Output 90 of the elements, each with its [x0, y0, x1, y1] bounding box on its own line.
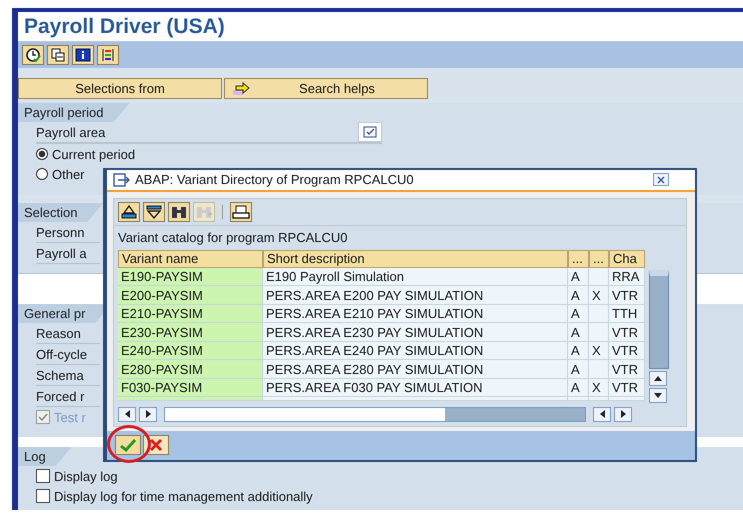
cross-icon: [148, 438, 164, 452]
arrow-icon: [233, 82, 251, 96]
table-cell: E230-PAYSIM: [118, 323, 263, 342]
dialog-title: ABAP: Variant Directory of Program RPCALCU0: [135, 172, 414, 188]
checkbox-label: Display log: [54, 468, 118, 484]
field-label: Forced r: [36, 388, 84, 404]
up-arrow-icon: [654, 376, 662, 381]
table-cell: F030-PAYSIM: [118, 378, 263, 398]
radio-button[interactable]: [36, 148, 48, 160]
table-cell: A: [568, 304, 589, 324]
table-cell: E200-PAYSIM: [118, 286, 263, 305]
info-icon[interactable]: [72, 45, 94, 66]
table-cell: PERS.AREA E280 PAY SIMULATION: [263, 360, 568, 379]
checkmark-icon: [119, 438, 137, 452]
left-arrow-icon: [124, 410, 130, 418]
column-header[interactable]: Short description: [263, 250, 568, 268]
table-cell: A: [568, 360, 589, 379]
scroll-right-button[interactable]: [614, 406, 632, 422]
scroll-right-button[interactable]: [139, 406, 157, 422]
table-cell: VTR: [609, 323, 645, 342]
table-cell: E210-PAYSIM: [118, 304, 263, 324]
search-helps-button[interactable]: Search helps: [224, 78, 428, 99]
filter-icon[interactable]: [143, 202, 165, 222]
horizontal-scrollbar[interactable]: [164, 406, 586, 422]
selections-from-button[interactable]: Selections from: [18, 78, 222, 99]
table-cell: X: [589, 378, 609, 398]
field-label: Reason: [36, 326, 81, 340]
radio-label: Current period: [52, 146, 136, 162]
table-cell: E240-PAYSIM: [118, 342, 263, 360]
group-title: Log: [18, 447, 72, 466]
table-cell: VTR: [609, 342, 645, 360]
table-cell: A: [568, 286, 589, 305]
copy-icon[interactable]: [47, 45, 69, 66]
field-label: Off-cycle: [36, 346, 88, 362]
table-cell: PERS.AREA E200 PAY SIMULATION: [263, 286, 568, 305]
scroll-left-button[interactable]: [593, 406, 611, 422]
sort-icon[interactable]: [118, 202, 140, 222]
table-cell: X: [589, 286, 609, 305]
scroll-up-button[interactable]: [649, 370, 667, 386]
checkbox-label: Display log for time management additionally: [54, 488, 313, 504]
table-cell: PERS.AREA E240 PAY SIMULATION: [263, 342, 568, 360]
table-cell: E280-PAYSIM: [118, 360, 263, 379]
confirm-button[interactable]: [115, 435, 141, 456]
close-button[interactable]: [653, 173, 669, 186]
radio-label: Other: [52, 166, 85, 182]
group-title: Selection: [18, 203, 104, 222]
down-arrow-icon: [654, 392, 662, 398]
scroll-left-button[interactable]: [118, 406, 136, 422]
checklist-icon[interactable]: [358, 122, 382, 142]
right-arrow-icon: [146, 410, 150, 418]
table-cell: E190 Payroll Simulation: [263, 268, 568, 286]
table-cell: TTH: [609, 304, 645, 324]
table-cell: A: [568, 268, 589, 286]
table-cell: X: [589, 342, 609, 360]
group-title: Payroll period: [18, 103, 130, 122]
color-bars-icon[interactable]: [97, 45, 119, 66]
table-cell: PERS.AREA F030 PAY SIMULATION: [263, 378, 568, 398]
field-label: Payroll area: [36, 124, 106, 140]
dialog-icon: [113, 172, 131, 187]
column-header[interactable]: Variant name: [118, 250, 263, 268]
table-cell: VTR: [609, 286, 645, 305]
binoculars-icon[interactable]: [168, 202, 190, 222]
left-arrow-icon: [600, 410, 604, 418]
column-header[interactable]: ...: [589, 250, 609, 268]
checkbox-label: Test r: [54, 410, 86, 424]
table-caption: Variant catalog for program RPCALCU0: [118, 230, 348, 246]
column-header[interactable]: ...: [568, 250, 589, 268]
field-label: Schema: [36, 368, 84, 382]
table-cell: PERS.AREA E210 PAY SIMULATION: [263, 304, 568, 324]
table-cell: A: [568, 342, 589, 360]
table-cell: A: [568, 323, 589, 342]
scroll-down-button[interactable]: [649, 388, 667, 403]
column-header[interactable]: Cha: [609, 250, 645, 268]
table-cell: PERS.AREA E230 PAY SIMULATION: [263, 323, 568, 342]
table-cell: VTR: [609, 360, 645, 379]
right-arrow-icon: [620, 410, 626, 418]
field-label: Payroll a: [36, 246, 87, 260]
radio-button[interactable]: [36, 168, 48, 180]
scrollbar-thumb[interactable]: [649, 270, 669, 369]
table-cell: RRA: [609, 268, 645, 286]
close-icon: [656, 176, 666, 184]
clock-icon[interactable]: [22, 45, 44, 66]
table-cell: A: [568, 378, 589, 398]
window-title: Payroll Driver (USA): [24, 14, 225, 39]
field-label: Personn: [36, 224, 84, 240]
checkbox[interactable]: [36, 489, 50, 503]
table-cell: VTR: [609, 378, 645, 398]
table-cell: E190-PAYSIM: [118, 268, 263, 286]
printer-icon[interactable]: [230, 202, 252, 222]
checkbox[interactable]: [36, 469, 50, 483]
